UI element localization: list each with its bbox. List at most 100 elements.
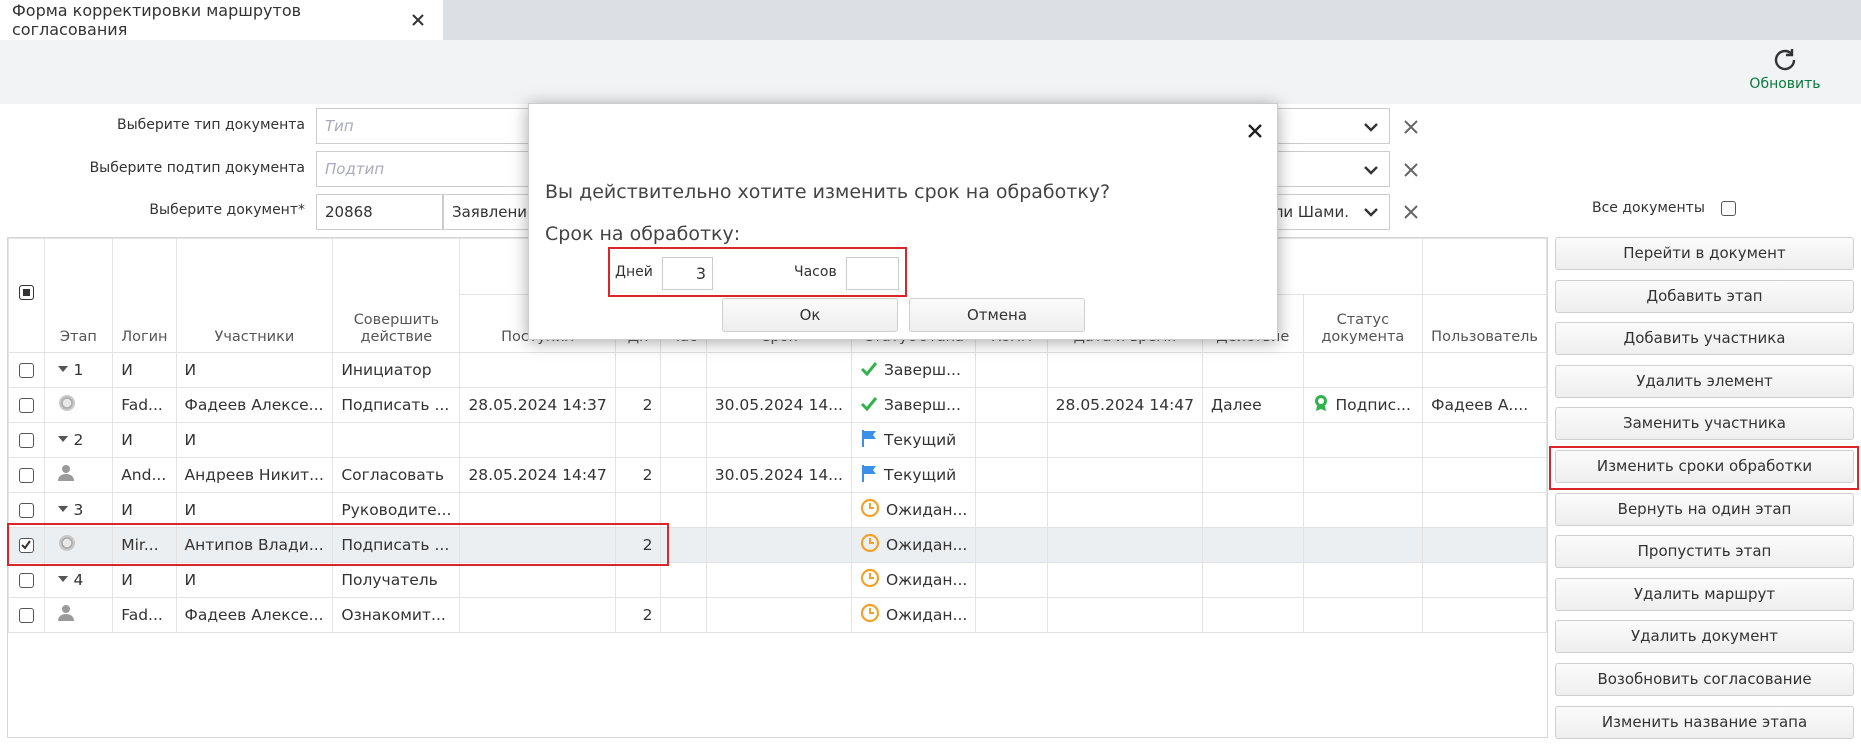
expand-caret-icon[interactable] [57, 431, 69, 449]
row-checkbox[interactable] [18, 398, 34, 413]
received-cell [459, 492, 616, 528]
resume-approval-button[interactable]: Возобновить согласование [1555, 662, 1854, 696]
participant-cell: Антипов Влади... [175, 527, 334, 563]
chevron-down-icon[interactable] [1360, 159, 1382, 181]
doc-status-cell [1302, 352, 1424, 388]
clear-icon[interactable] [1400, 201, 1422, 223]
row-checkbox[interactable] [18, 363, 34, 378]
deadline-cell: 30.05.2024 14... [705, 457, 852, 493]
participant-cell: Фадеев Алексе... [175, 387, 334, 423]
add-participant-button[interactable]: Добавить участника [1555, 322, 1854, 356]
stage-cell[interactable] [43, 457, 114, 493]
comment-cell [975, 597, 1048, 633]
table-row[interactable]: Fad... Фадеев Алексе... Ознакомит... 2 Ожида… [8, 597, 1547, 633]
delete-document-button[interactable]: Удалить документ [1555, 620, 1854, 654]
chevron-down-icon[interactable] [1360, 116, 1382, 138]
clock-icon [860, 533, 880, 557]
expand-caret-icon[interactable] [57, 501, 69, 519]
stage-status-text: Заверш... [883, 361, 961, 379]
hours-input[interactable] [846, 257, 899, 290]
close-icon[interactable] [1245, 121, 1265, 141]
stage-cell[interactable]: 4 [43, 562, 114, 598]
select-all-cell[interactable] [8, 238, 45, 353]
stage-status-text: Текущий [883, 466, 957, 484]
ok-button[interactable]: Ок [722, 298, 898, 332]
stage-cell[interactable] [43, 387, 114, 423]
person-icon [57, 464, 75, 486]
clock-icon [860, 568, 880, 592]
days-cell: 2 [614, 527, 662, 563]
col-participants[interactable]: Участники [175, 238, 334, 353]
datetime-cell [1046, 527, 1204, 563]
all-documents-checkbox[interactable] [1721, 200, 1737, 216]
table-row[interactable]: And... Андреев Никит... Согласовать 28.05.2… [8, 457, 1547, 493]
all-documents-toggle[interactable]: Все документы [1592, 200, 1737, 216]
table-row[interactable]: Mir... Антипов Влади... Подписать ... 2 Ожид… [8, 527, 1547, 563]
row-checkbox[interactable] [18, 608, 34, 623]
stage-status-text: Ожидан... [885, 571, 968, 589]
col-doc-status[interactable]: Статус документа [1302, 294, 1424, 353]
action-cell: Руководите... [332, 492, 461, 528]
row-checkbox[interactable] [18, 538, 34, 553]
col-stage[interactable]: Этап [43, 238, 114, 353]
action-buttons: Перейти в документ Добавить этап Добавить … [1555, 237, 1854, 748]
change-deadline-dialog: Вы действительно хотите изменить срок на… [528, 103, 1278, 340]
login-cell: И [112, 422, 177, 458]
table-row[interactable]: 1 И И Инициатор Заверш... [8, 352, 1547, 388]
table-row[interactable]: Fad... Фадеев Алексе... Подписать ... 28.05… [8, 387, 1547, 423]
login-cell: Fad... [112, 597, 177, 633]
stage-cell[interactable] [43, 597, 114, 633]
go-to-document-button[interactable]: Перейти в документ [1555, 237, 1854, 270]
row-select-cell[interactable] [8, 457, 45, 493]
stage-status-text: Заверш... [883, 396, 961, 414]
change-deadlines-button[interactable]: Изменить сроки обработки [1555, 449, 1854, 483]
stage-cell[interactable]: 3 [43, 492, 114, 528]
row-checkbox[interactable] [18, 503, 34, 518]
col-action[interactable]: Совершить действие [332, 238, 461, 353]
return-one-stage-button[interactable]: Вернуть на один этап [1555, 492, 1854, 526]
clear-icon[interactable] [1400, 116, 1422, 138]
clear-icon[interactable] [1400, 159, 1422, 181]
stage-number: 1 [73, 360, 84, 379]
stage-number: 3 [73, 500, 84, 519]
delete-element-button[interactable]: Удалить элемент [1555, 364, 1854, 398]
row-checkbox[interactable] [18, 573, 34, 588]
skip-stage-button[interactable]: Пропустить этап [1555, 535, 1854, 569]
signed-badge-icon [1312, 394, 1330, 416]
replace-participant-button[interactable]: Заменить участника [1555, 407, 1854, 441]
table-row[interactable]: 4 И И Получатель Ожидан... [8, 562, 1547, 598]
chevron-down-icon[interactable] [1360, 201, 1382, 223]
row-select-cell[interactable] [8, 387, 45, 423]
col-user[interactable]: Пользователь [1422, 294, 1547, 353]
all-documents-label: Все документы [1592, 200, 1705, 216]
close-icon[interactable] [408, 9, 429, 31]
table-row[interactable]: 2 И И Текущий [8, 422, 1547, 458]
row-select-cell[interactable] [8, 597, 45, 633]
table-row[interactable]: 3 И И Руководите... Ожидан... [8, 492, 1547, 528]
stage-cell[interactable]: 1 [43, 352, 114, 388]
row-select-cell[interactable] [8, 562, 45, 598]
tab-route-correction[interactable]: Форма корректировки маршрутов согласован… [0, 0, 443, 40]
row-checkbox[interactable] [18, 433, 34, 448]
expand-caret-icon[interactable] [57, 571, 69, 589]
decision-cell: Далее [1202, 387, 1304, 423]
row-select-cell[interactable] [8, 492, 45, 528]
row-checkbox[interactable] [18, 468, 34, 483]
row-select-cell[interactable] [8, 527, 45, 563]
add-stage-button[interactable]: Добавить этап [1555, 279, 1854, 313]
delete-route-button[interactable]: Удалить маршрут [1555, 577, 1854, 611]
document-number-field[interactable]: 20868 [316, 194, 443, 230]
doc-subtype-label: Выберите подтип документа [89, 160, 305, 176]
days-input[interactable]: 3 [662, 257, 713, 290]
select-all-checkbox[interactable] [18, 284, 34, 300]
refresh-button[interactable]: Обновить [1745, 46, 1825, 92]
row-select-cell[interactable] [8, 422, 45, 458]
cancel-button[interactable]: Отмена [909, 298, 1085, 332]
stage-cell[interactable] [43, 527, 114, 563]
row-select-cell[interactable] [8, 352, 45, 388]
col-login[interactable]: Логин [112, 238, 177, 353]
rename-stage-button[interactable]: Изменить название этапа [1555, 705, 1854, 739]
hours-cell [660, 597, 707, 633]
expand-caret-icon[interactable] [57, 361, 69, 379]
stage-cell[interactable]: 2 [43, 422, 114, 458]
